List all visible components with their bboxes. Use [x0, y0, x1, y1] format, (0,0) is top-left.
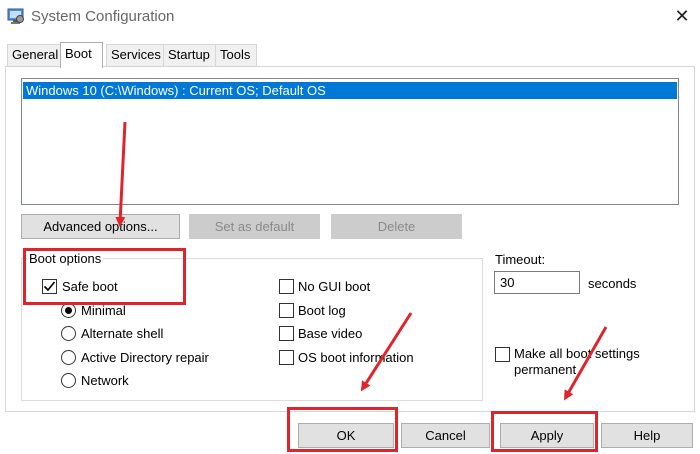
os-boot-information-checkbox[interactable] [279, 350, 294, 365]
alternate-shell-label: Alternate shell [81, 326, 164, 341]
radio-active-directory-repair[interactable] [61, 350, 76, 365]
base-video-checkbox[interactable] [279, 326, 294, 341]
no-gui-boot-label: No GUI boot [298, 279, 371, 294]
boot-log-label: Boot log [298, 303, 346, 318]
no-gui-boot-checkbox[interactable] [279, 279, 294, 294]
make-permanent-checkbox[interactable] [495, 347, 510, 362]
os-boot-information-label: OS boot information [298, 350, 414, 365]
tab-services[interactable]: Services [106, 44, 164, 66]
tab-boot[interactable]: Boot [60, 42, 103, 68]
network-label: Network [81, 373, 129, 388]
close-icon: ✕ [674, 6, 690, 26]
radio-alternate-shell[interactable] [61, 326, 76, 341]
list-item[interactable]: Windows 10 (C:\Windows) : Current OS; De… [23, 82, 677, 99]
make-permanent-label-line1: Make all boot settings [514, 346, 640, 361]
os-list[interactable]: Windows 10 (C:\Windows) : Current OS; De… [21, 78, 679, 205]
system-config-icon [7, 7, 25, 25]
radio-minimal[interactable] [61, 303, 76, 318]
tab-startup[interactable]: Startup [163, 44, 216, 66]
close-button[interactable]: ✕ [668, 4, 696, 28]
base-video-label: Base video [298, 326, 363, 341]
minimal-label: Minimal [81, 303, 126, 318]
set-as-default-button[interactable]: Set as default [189, 214, 320, 239]
window-title: System Configuration [31, 8, 175, 25]
radio-network[interactable] [61, 373, 76, 388]
timeout-label: Timeout: [495, 252, 546, 267]
timeout-unit-label: seconds [588, 276, 637, 291]
make-permanent-label-line2: permanent [514, 362, 577, 377]
annotation-box-apply [491, 411, 598, 452]
annotation-box-safe-boot [23, 248, 186, 305]
boot-log-checkbox[interactable] [279, 303, 294, 318]
active-directory-repair-label: Active Directory repair [81, 350, 209, 365]
annotation-box-ok [287, 407, 398, 452]
help-button[interactable]: Help [601, 423, 693, 448]
advanced-options-button[interactable]: Advanced options... [21, 214, 180, 239]
tab-tools[interactable]: Tools [215, 44, 257, 66]
tab-general[interactable]: General [7, 44, 61, 66]
timeout-input[interactable]: 30 [494, 271, 580, 294]
delete-button[interactable]: Delete [331, 214, 462, 239]
cancel-button[interactable]: Cancel [401, 423, 490, 448]
